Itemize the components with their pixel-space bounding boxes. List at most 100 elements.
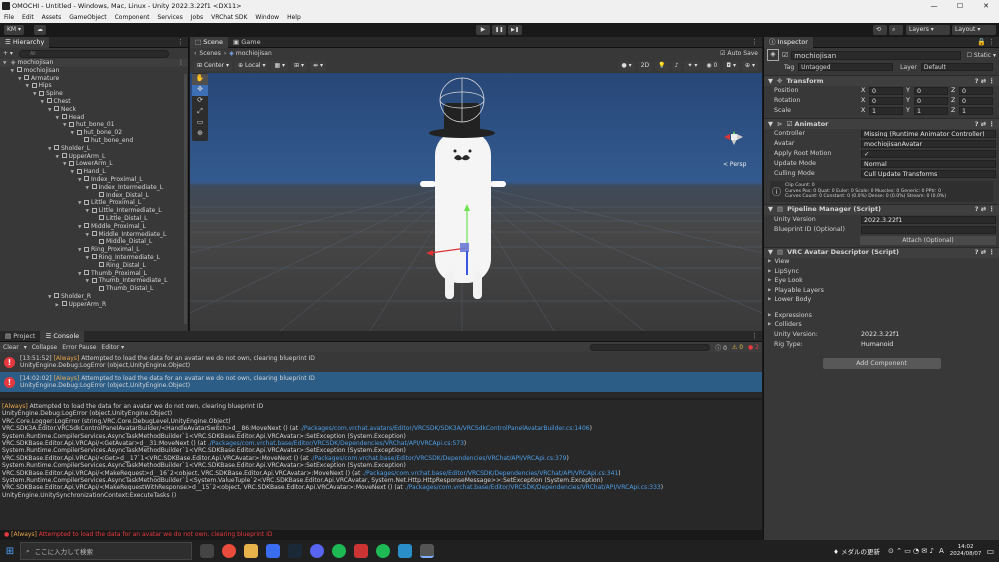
store-icon[interactable] xyxy=(266,544,280,558)
layers-dropdown[interactable]: Layers ▾ xyxy=(906,25,950,35)
hidden-objects-icon[interactable]: ◉ 0 xyxy=(703,60,721,71)
transform-z-field[interactable]: 0 xyxy=(959,87,993,95)
transform-z-field[interactable]: 0 xyxy=(959,97,993,105)
hierarchy-search-input[interactable] xyxy=(18,49,169,58)
scene-gizmo-axis[interactable] xyxy=(724,131,743,145)
menu-assets[interactable]: Assets xyxy=(38,12,66,23)
menu-jobs[interactable]: Jobs xyxy=(187,12,207,23)
hierarchy-item[interactable]: ▼ Sholder_L xyxy=(0,145,188,153)
console-entry-selected[interactable]: ! [14:02:02] [Always] Attempted to load … xyxy=(0,372,762,392)
stack-link[interactable]: ./Packages/com.vrchat.avatars/Editor/VRC… xyxy=(300,425,590,432)
component-menu-icon[interactable]: ? ⇄ ⋮ xyxy=(975,247,995,258)
scale-tool-icon[interactable]: ⤢ xyxy=(192,107,208,118)
descriptor-value[interactable]: 2022.3.22f1 xyxy=(861,330,999,340)
lighting-icon[interactable]: 💡 xyxy=(655,60,669,71)
transform-tool-icon[interactable]: ⊕ xyxy=(192,129,208,140)
descriptor-header[interactable]: ▼ ▤ VRC Avatar Descriptor (Script)? ⇄ ⋮ xyxy=(764,246,999,258)
console-search-input[interactable] xyxy=(590,343,711,351)
hierarchy-item[interactable]: ▼ Spine xyxy=(0,90,188,98)
grid-visibility-button[interactable]: ⊞ ▾ xyxy=(291,60,308,71)
error-pause-toggle[interactable]: Error Pause xyxy=(62,344,96,351)
pivot-dropdown[interactable]: ⊞ Center ▾ xyxy=(194,60,233,71)
audio-icon[interactable]: ♪ xyxy=(671,60,682,71)
breadcrumb-scenes[interactable]: Scenes xyxy=(199,50,220,57)
animator-value[interactable]: ✓ xyxy=(861,150,996,158)
maximize-button[interactable]: ☐ xyxy=(947,0,973,12)
menu-vrchat-sdk[interactable]: VRChat SDK xyxy=(207,12,251,23)
active-checkbox[interactable]: ☑ xyxy=(782,51,788,59)
add-button[interactable]: + ▾ xyxy=(3,50,13,57)
task-view-icon[interactable] xyxy=(200,544,214,558)
transform-x-field[interactable]: 0 xyxy=(869,87,903,95)
spotify-icon-2[interactable] xyxy=(376,544,390,558)
transform-x-field[interactable]: 0 xyxy=(869,97,903,105)
tab-hierarchy[interactable]: ☰ Hierarchy xyxy=(0,36,50,48)
tag-dropdown[interactable]: Untagged xyxy=(798,63,894,71)
mode-2d-button[interactable]: 2D xyxy=(637,60,653,71)
ime-indicator[interactable]: A xyxy=(939,547,944,555)
rect-tool-icon[interactable]: ▭ xyxy=(192,118,208,129)
breadcrumb-object[interactable]: mochiojisan xyxy=(236,50,272,57)
pipeline-value[interactable]: 2022.3.22f1 xyxy=(861,215,996,224)
camera-icon[interactable]: ◘ ▾ xyxy=(723,60,740,71)
foldout-section[interactable]: ▶ Playable Layers xyxy=(764,286,999,296)
menu-help[interactable]: Help xyxy=(283,12,305,23)
hierarchy-item[interactable]: ▼ Hand_L xyxy=(0,168,188,176)
layer-dropdown[interactable]: Default xyxy=(920,63,993,71)
move-tool-icon[interactable]: ✥ xyxy=(192,85,208,96)
menu-services[interactable]: Services xyxy=(153,12,186,23)
app-icon[interactable] xyxy=(354,544,368,558)
stack-link[interactable]: ./Packages/com.vrchat.base/Editor/VRCSDK… xyxy=(310,455,566,462)
hierarchy-item[interactable]: Middle_Distal_L xyxy=(0,238,188,246)
hierarchy-item[interactable]: ▼ Ring_Proximal_L xyxy=(0,246,188,254)
foldout-section[interactable]: ▶ Eye Look xyxy=(764,277,999,287)
chrome-icon[interactable] xyxy=(222,544,236,558)
menu-edit[interactable]: Edit xyxy=(18,12,38,23)
hierarchy-item[interactable]: ▼ Index_Proximal_L xyxy=(0,176,188,184)
hierarchy-item[interactable]: ▼ Sholder_R xyxy=(0,293,188,301)
hierarchy-item[interactable]: ▼ Chest xyxy=(0,98,188,106)
animator-value[interactable]: Normal xyxy=(861,160,996,168)
hierarchy-item[interactable]: ▼ Hips xyxy=(0,82,188,90)
discord-icon[interactable] xyxy=(310,544,324,558)
account-dropdown[interactable]: KM ▾ xyxy=(4,25,25,35)
status-bar[interactable]: ● [Always] Attempted to load the data fo… xyxy=(0,530,762,540)
clear-button[interactable]: Clear xyxy=(3,344,19,351)
foldout-section[interactable]: ▶ Colliders xyxy=(764,321,999,331)
foldout-section[interactable]: ▶ Expressions xyxy=(764,311,999,321)
lock-icon[interactable]: 🔒 ⋮ xyxy=(977,38,995,46)
mochi-avatar[interactable] xyxy=(420,103,506,299)
stack-link[interactable]: ./Packages/com.vrchat.base/Editor/VRCSDK… xyxy=(405,484,661,491)
animator-checkbox[interactable]: ☑ xyxy=(786,119,792,130)
collapse-toggle[interactable]: Collapse xyxy=(32,344,58,351)
console-entry[interactable]: ! [13:51:52] [Always] Attempted to load … xyxy=(0,352,762,372)
notification-center-icon[interactable]: ▭ xyxy=(986,547,994,556)
hierarchy-item[interactable]: ▼ Little_Proximal_L xyxy=(0,199,188,207)
transform-z-field[interactable]: 1 xyxy=(959,107,993,115)
menu-file[interactable]: File xyxy=(0,12,18,23)
autosave-toggle[interactable]: ☑ Auto Save xyxy=(720,50,758,57)
unity-icon[interactable] xyxy=(420,544,434,558)
tab-game[interactable]: ▣ Game xyxy=(228,37,266,48)
hierarchy-item[interactable]: ▼ mochiojisan xyxy=(0,67,188,75)
stack-link[interactable]: ./Packages/com.vrchat.base/Editor/VRCSDK… xyxy=(362,470,618,477)
clock[interactable]: 14:02 2024/08/07 xyxy=(950,544,982,558)
transform-x-field[interactable]: 1 xyxy=(869,107,903,115)
taskbar-search[interactable]: ⌕ ここに入力して検索 xyxy=(20,542,192,560)
file-explorer-icon[interactable] xyxy=(244,544,258,558)
effects-icon[interactable]: ✦ ▾ xyxy=(684,60,701,71)
grid-snap-button[interactable]: ▦ ▾ xyxy=(271,60,289,71)
close-button[interactable]: ✕ xyxy=(973,0,999,12)
hierarchy-item[interactable]: Little_Distal_L xyxy=(0,215,188,223)
animator-value[interactable]: Missing (Runtime Animator Controller) xyxy=(861,130,996,138)
foldout-section[interactable]: ▶ Lower Body xyxy=(764,296,999,306)
increment-snap-button[interactable]: ⇹ ▾ xyxy=(310,60,326,71)
stack-link[interactable]: ./Packages/com.vrchat.base/Editor/VRCSDK… xyxy=(208,440,464,447)
add-component-button[interactable]: Add Component xyxy=(822,358,941,369)
animator-value[interactable]: mochiojisanAvatar xyxy=(861,140,996,148)
hierarchy-item[interactable]: ▼ UpperArm_L xyxy=(0,153,188,161)
hierarchy-item[interactable]: Ring_Distal_L xyxy=(0,262,188,270)
component-menu-icon[interactable]: ? ⇄ ⋮ xyxy=(975,204,995,215)
search-icon[interactable]: ⌕ xyxy=(889,25,903,35)
hierarchy-item[interactable]: Index_Distal_L xyxy=(0,192,188,200)
